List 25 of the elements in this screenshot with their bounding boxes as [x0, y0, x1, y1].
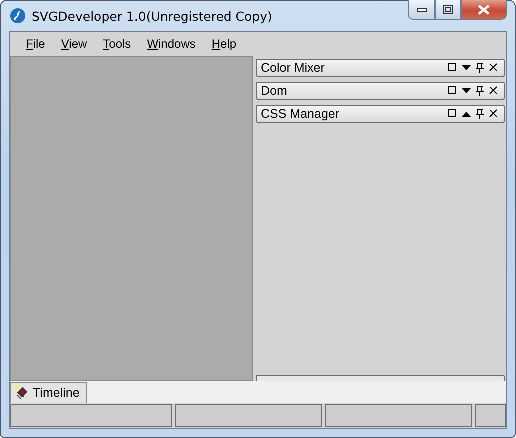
panel-header[interactable]: CSS Manager: [256, 105, 505, 123]
close-icon: [478, 4, 490, 14]
menu-item[interactable]: File: [18, 37, 54, 51]
close-button[interactable]: [461, 0, 507, 20]
minimize-button[interactable]: [408, 0, 435, 20]
minimize-icon: [416, 8, 426, 12]
timeline-tab[interactable]: Timeline: [10, 382, 87, 403]
menu-item[interactable]: Tools: [95, 37, 140, 51]
panel-header[interactable]: Dom: [256, 82, 505, 100]
panel-controls-icon[interactable]: [448, 109, 500, 119]
maximize-button[interactable]: [435, 0, 461, 20]
menu-item[interactable]: Help: [204, 37, 245, 51]
panel-controls-icon[interactable]: [448, 86, 500, 96]
app-logo-icon: [10, 8, 26, 24]
panel-header[interactable]: Color Mixer: [256, 59, 505, 77]
window-title: SVGDeveloper 1.0(Unregistered Copy): [32, 8, 274, 24]
panel-header[interactable]: [256, 375, 505, 381]
menu-item[interactable]: View: [53, 37, 96, 51]
panel-title: Dom: [261, 84, 288, 98]
panel-title: CSS Manager: [261, 107, 341, 121]
maximize-icon: [443, 5, 453, 14]
panel-controls-icon[interactable]: [448, 63, 500, 73]
panel-title: Color Mixer: [261, 61, 326, 75]
timeline-icon: [15, 386, 29, 400]
menu-item[interactable]: Windows: [139, 37, 204, 51]
